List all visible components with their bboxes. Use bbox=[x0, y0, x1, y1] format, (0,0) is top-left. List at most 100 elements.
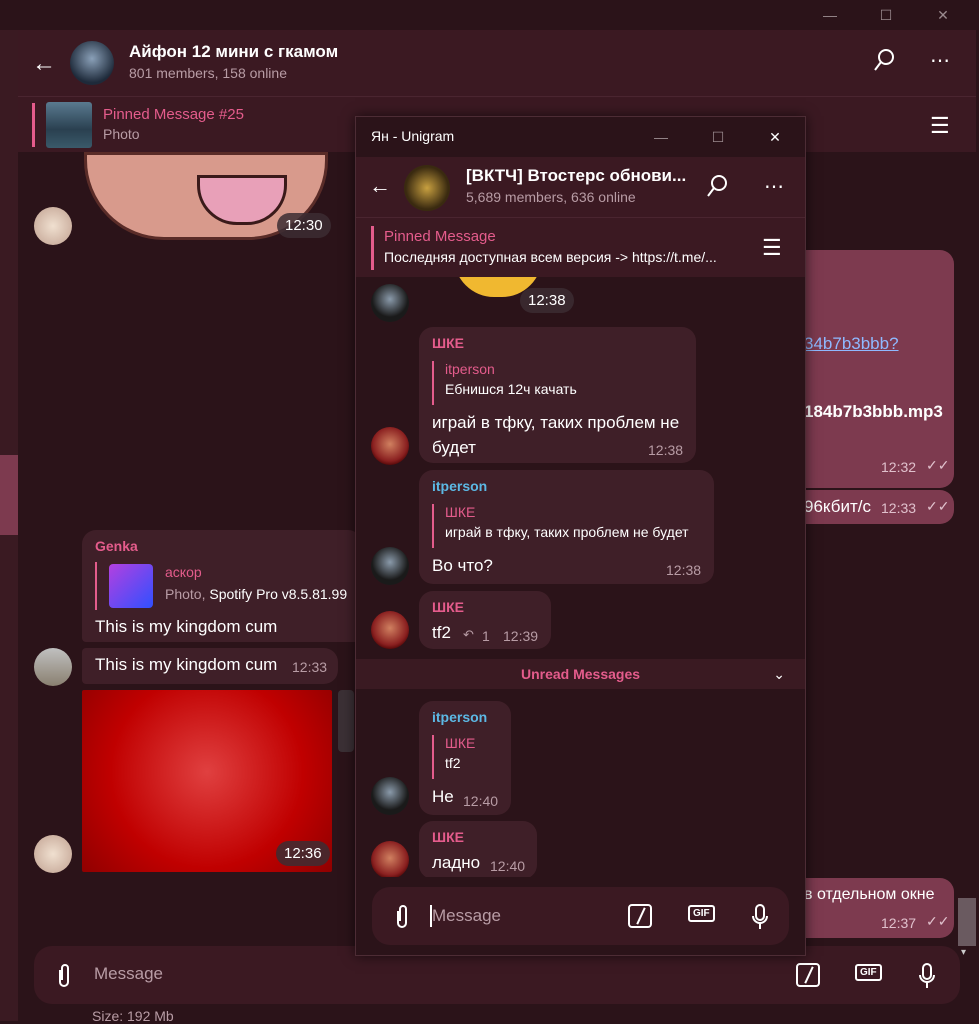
message-text-line: будет bbox=[432, 438, 476, 457]
user-avatar[interactable] bbox=[371, 611, 409, 649]
reply-arrow-icon: ↶ bbox=[463, 627, 474, 642]
sender-name[interactable]: Genka bbox=[95, 538, 138, 554]
scrollbar-thumb[interactable] bbox=[958, 898, 976, 946]
search-icon[interactable] bbox=[706, 174, 728, 200]
user-avatar[interactable] bbox=[371, 427, 409, 465]
reply-name: itperson bbox=[445, 361, 495, 377]
user-avatar[interactable] bbox=[371, 777, 409, 815]
sender-name[interactable]: itperson bbox=[432, 709, 487, 725]
gif-icon[interactable]: GIF bbox=[688, 905, 715, 922]
microphone-icon[interactable] bbox=[917, 962, 937, 990]
user-avatar[interactable] bbox=[34, 835, 72, 873]
chevron-down-icon[interactable]: ⌄ bbox=[773, 659, 785, 689]
popup-message-area[interactable]: 12:38 ШКЕ itperson Ебнишся 12ч качать иг… bbox=[356, 277, 805, 877]
chat-title[interactable]: Айфон 12 мини с гкамом bbox=[129, 42, 338, 62]
incoming-message-bubble[interactable]: ШКЕ tf2 ↶ 1 12:39 bbox=[419, 591, 551, 649]
spotify-thumbnail bbox=[109, 564, 153, 608]
minimize-button[interactable]: — bbox=[807, 0, 853, 30]
popup-chat-header: ← [ВКТЧ] Втостерс обнови... 5,689 member… bbox=[356, 157, 805, 217]
main-titlebar: — ☐ ✕ bbox=[0, 0, 979, 30]
message-link[interactable]: 34b7b3bbb? bbox=[804, 334, 899, 354]
incoming-message-bubble[interactable]: This is my kingdom cum 12:33 bbox=[82, 648, 338, 684]
forward-button[interactable] bbox=[338, 690, 354, 752]
close-button[interactable]: ✕ bbox=[920, 0, 966, 30]
pinned-photo-thumbnail bbox=[46, 102, 92, 148]
message-time: 12:32 bbox=[881, 459, 917, 475]
reply-text: играй в тфку, таких проблем не будет bbox=[445, 524, 689, 540]
reply-preview[interactable]: ШКЕ tf2 bbox=[432, 735, 475, 779]
incoming-message-bubble[interactable]: ШКЕ ладно 12:40 bbox=[419, 821, 537, 877]
pinned-list-icon[interactable]: ☰ bbox=[762, 235, 782, 261]
user-avatar[interactable] bbox=[371, 284, 409, 322]
sender-name[interactable]: ШКЕ bbox=[432, 335, 464, 351]
popup-chat-window: Ян - Unigram — ☐ ✕ ← [ВКТЧ] Втостерс обн… bbox=[355, 116, 806, 956]
reply-name: аскор bbox=[165, 564, 202, 580]
sender-name[interactable]: itperson bbox=[432, 478, 487, 494]
popup-titlebar: Ян - Unigram — ☐ ✕ bbox=[356, 117, 805, 157]
message-text: tf2 bbox=[432, 623, 451, 642]
reply-preview[interactable]: ШКЕ играй в тфку, таких проблем не будет bbox=[432, 504, 689, 548]
group-avatar[interactable] bbox=[70, 41, 114, 85]
message-text: This is my kingdom cum bbox=[95, 617, 278, 636]
maximize-button[interactable]: ☐ bbox=[863, 0, 909, 30]
pinned-message-bar[interactable]: Pinned Message Последняя доступная всем … bbox=[356, 217, 805, 277]
reply-text: tf2 bbox=[445, 755, 461, 771]
popup-message-composer[interactable]: Message GIF bbox=[372, 887, 789, 945]
user-avatar[interactable] bbox=[371, 841, 409, 877]
message-time: 12:33 bbox=[881, 500, 917, 516]
reply-name: ШКЕ bbox=[445, 735, 476, 751]
file-name[interactable]: 184b7b3bbb.mp3 bbox=[804, 402, 943, 422]
read-check-icon: ✓✓ bbox=[926, 457, 950, 473]
incoming-message-bubble[interactable]: itperson ШКЕ tf2 Не 12:40 bbox=[419, 701, 511, 815]
message-input[interactable]: Message bbox=[94, 964, 163, 984]
pinned-list-icon[interactable]: ☰ bbox=[930, 113, 950, 139]
message-text: This is my kingdom cum bbox=[95, 655, 278, 674]
attach-icon[interactable] bbox=[52, 962, 76, 988]
incoming-message-bubble[interactable]: Genka аскор Photo, Spotify Pro v8.5.81.9… bbox=[82, 530, 362, 642]
chat-title[interactable]: [ВКТЧ] Втостерс обнови... bbox=[466, 166, 686, 186]
user-avatar[interactable] bbox=[371, 547, 409, 585]
user-avatar[interactable] bbox=[34, 648, 72, 686]
popup-title: Ян - Unigram bbox=[371, 128, 455, 144]
user-avatar[interactable] bbox=[34, 207, 72, 245]
search-icon[interactable] bbox=[873, 48, 895, 74]
format-icon[interactable] bbox=[628, 904, 652, 928]
message-time: 12:38 bbox=[648, 442, 684, 458]
chat-scrollbar[interactable]: ▾ bbox=[958, 152, 976, 958]
microphone-icon[interactable] bbox=[750, 903, 770, 931]
popup-maximize-button[interactable]: ☐ bbox=[695, 122, 741, 152]
sticker-time: 12:38 bbox=[520, 288, 574, 313]
message-text: в отдельном окне bbox=[804, 886, 935, 903]
attach-icon[interactable] bbox=[392, 903, 412, 929]
reply-preview[interactable]: аскор Photo, Spotify Pro v8.5.81.99 bbox=[95, 562, 347, 610]
sender-name[interactable]: ШКЕ bbox=[432, 599, 464, 615]
format-icon[interactable] bbox=[796, 963, 820, 987]
gif-icon[interactable]: GIF bbox=[855, 964, 882, 981]
popup-close-button[interactable]: ✕ bbox=[752, 122, 798, 152]
gif-label: GIF bbox=[688, 905, 715, 922]
message-time: 12:37 bbox=[881, 915, 917, 931]
sender-name[interactable]: ШКЕ bbox=[432, 829, 464, 845]
message-time: 12:38 bbox=[666, 562, 702, 578]
back-arrow-icon[interactable]: ← bbox=[369, 173, 391, 199]
popup-minimize-button[interactable]: — bbox=[638, 122, 684, 152]
incoming-message-bubble[interactable]: itperson ШКЕ играй в тфку, таких проблем… bbox=[419, 470, 714, 584]
more-options-icon[interactable]: ⋯ bbox=[930, 48, 951, 73]
message-time: 12:33 bbox=[292, 659, 328, 675]
read-check-icon: ✓✓ bbox=[926, 913, 950, 929]
more-options-icon[interactable]: ⋯ bbox=[764, 174, 784, 199]
back-arrow-icon[interactable]: ← bbox=[32, 50, 56, 78]
message-input[interactable]: Message bbox=[432, 906, 501, 926]
reply-detail: Spotify Pro v8.5.81.99 bbox=[209, 586, 348, 602]
incoming-message-bubble[interactable]: ШКЕ itperson Ебнишся 12ч качать играй в … bbox=[419, 327, 696, 463]
message-time: 12:39 bbox=[503, 628, 539, 644]
chat-header: ← Айфон 12 мини с гкамом 801 members, 15… bbox=[18, 30, 976, 96]
scroll-down-icon[interactable]: ▾ bbox=[961, 947, 966, 958]
chat-list-strip[interactable] bbox=[0, 30, 18, 1021]
reply-count[interactable]: 1 bbox=[482, 628, 490, 644]
pinned-subtitle: Photo bbox=[103, 126, 140, 142]
gif-label: GIF bbox=[855, 964, 882, 981]
group-avatar[interactable] bbox=[404, 165, 450, 211]
reply-preview[interactable]: itperson Ебнишся 12ч качать bbox=[432, 361, 577, 405]
pinned-title: Pinned Message #25 bbox=[103, 106, 244, 123]
